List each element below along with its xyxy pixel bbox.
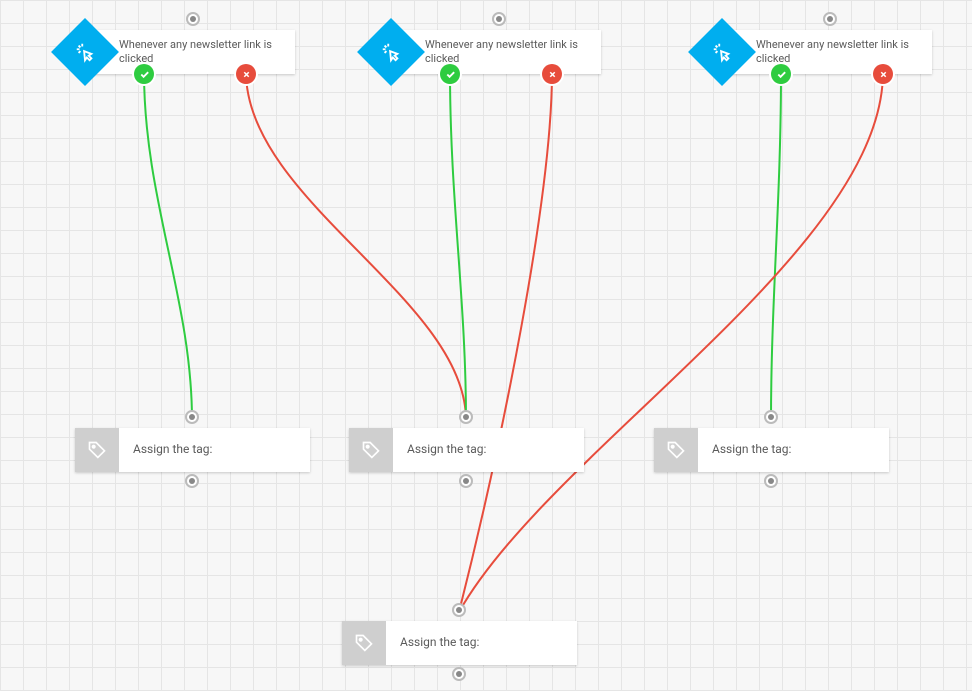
connection-line xyxy=(246,72,466,420)
input-port[interactable] xyxy=(492,12,506,26)
output-port[interactable] xyxy=(459,474,473,488)
connection-layer xyxy=(0,0,972,691)
success-port[interactable] xyxy=(771,64,791,84)
input-port[interactable] xyxy=(823,12,837,26)
check-icon xyxy=(445,69,456,80)
input-port[interactable] xyxy=(764,410,778,424)
connection-line xyxy=(459,72,552,612)
x-icon xyxy=(879,70,888,79)
tag-icon xyxy=(654,428,698,472)
x-icon xyxy=(548,70,557,79)
connection-line xyxy=(771,72,781,420)
tag-icon xyxy=(342,621,386,665)
input-port[interactable] xyxy=(186,12,200,26)
output-port[interactable] xyxy=(452,667,466,681)
tag-icon xyxy=(349,428,393,472)
action-label: Assign the tag: xyxy=(119,428,222,466)
output-port[interactable] xyxy=(764,474,778,488)
x-icon xyxy=(242,70,251,79)
success-port[interactable] xyxy=(134,64,154,84)
error-port[interactable] xyxy=(873,64,893,84)
action-node[interactable]: Assign the tag: xyxy=(75,428,310,472)
connection-line xyxy=(144,72,192,420)
check-icon xyxy=(776,69,787,80)
cursor-click-icon xyxy=(357,18,425,86)
action-node[interactable]: Assign the tag: xyxy=(342,621,577,665)
success-port[interactable] xyxy=(440,64,460,84)
tag-icon xyxy=(75,428,119,472)
action-node[interactable]: Assign the tag: xyxy=(654,428,889,472)
action-label: Assign the tag: xyxy=(386,621,489,659)
connection-line xyxy=(450,72,466,420)
trigger-node[interactable]: Whenever any newsletter link is clicked xyxy=(85,30,295,74)
cursor-click-icon xyxy=(51,18,119,86)
action-label: Assign the tag: xyxy=(393,428,496,466)
action-label: Assign the tag: xyxy=(698,428,801,466)
workflow-canvas[interactable]: Whenever any newsletter link is clicked … xyxy=(0,0,972,691)
connection-line xyxy=(459,72,883,612)
error-port[interactable] xyxy=(542,64,562,84)
cursor-click-icon xyxy=(688,18,756,86)
input-port[interactable] xyxy=(185,410,199,424)
input-port[interactable] xyxy=(459,410,473,424)
action-node[interactable]: Assign the tag: xyxy=(349,428,584,472)
input-port[interactable] xyxy=(452,603,466,617)
output-port[interactable] xyxy=(185,474,199,488)
check-icon xyxy=(139,69,150,80)
error-port[interactable] xyxy=(236,64,256,84)
trigger-node[interactable]: Whenever any newsletter link is clicked xyxy=(722,30,932,74)
trigger-node[interactable]: Whenever any newsletter link is clicked xyxy=(391,30,601,74)
